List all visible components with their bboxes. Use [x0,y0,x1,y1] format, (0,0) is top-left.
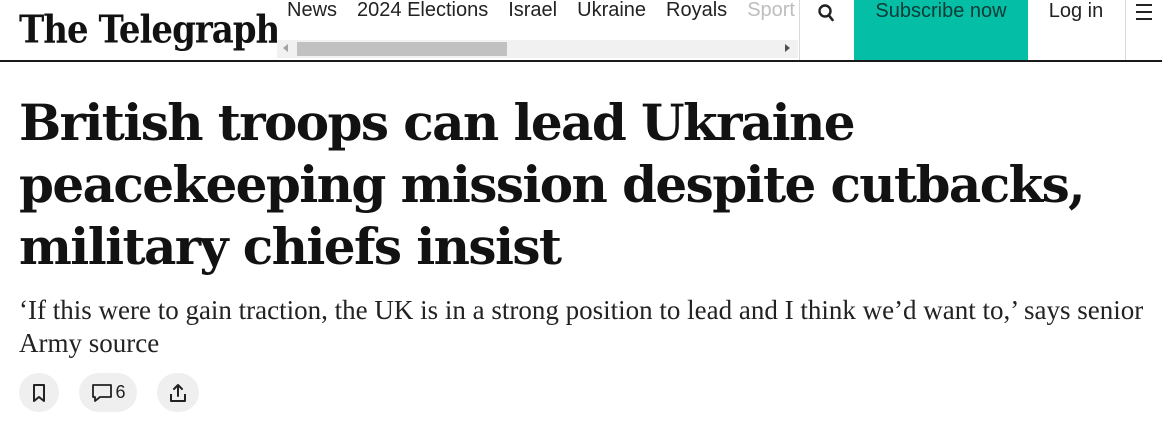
article-headline: British troops can lead Ukraine peacekee… [19,93,1086,276]
nav-item-news[interactable]: News [287,0,337,24]
nav-item-ukraine[interactable]: Ukraine [577,0,646,24]
comments-button[interactable]: 6 [79,373,137,412]
nav-item-2024-elections[interactable]: 2024 Elections [357,0,488,24]
menu-button[interactable] [1126,0,1162,60]
comment-icon [92,383,113,402]
bookmark-icon [33,383,45,402]
comment-count: 6 [115,382,126,402]
scroll-left-arrow-icon[interactable] [283,44,288,52]
share-button[interactable] [157,373,199,412]
scroll-right-arrow-icon[interactable] [785,44,790,52]
share-icon [170,383,186,402]
site-header: The Telegraph News 2024 Elections Israel… [0,0,1162,62]
section-nav: News 2024 Elections Israel Ukraine Royal… [277,0,798,62]
nav-scrollbar[interactable] [277,40,798,58]
nav-item-royals[interactable]: Royals [666,0,727,24]
hamburger-menu-icon [1136,4,1152,20]
section-nav-items: News 2024 Elections Israel Ukraine Royal… [287,0,798,24]
scrollbar-thumb[interactable] [297,42,507,56]
bookmark-button[interactable] [19,373,59,412]
search-button[interactable] [800,0,854,60]
login-link[interactable]: Log in [1028,0,1124,60]
search-icon [818,4,834,22]
telegraph-logo[interactable]: The Telegraph [19,1,280,59]
article-actions: 6 [19,373,199,413]
nav-item-sport[interactable]: Sport [747,0,795,24]
article-standfirst: ‘If this were to gain traction, the UK i… [19,295,1144,358]
nav-item-israel[interactable]: Israel [508,0,557,24]
subscribe-button[interactable]: Subscribe now [854,0,1028,60]
